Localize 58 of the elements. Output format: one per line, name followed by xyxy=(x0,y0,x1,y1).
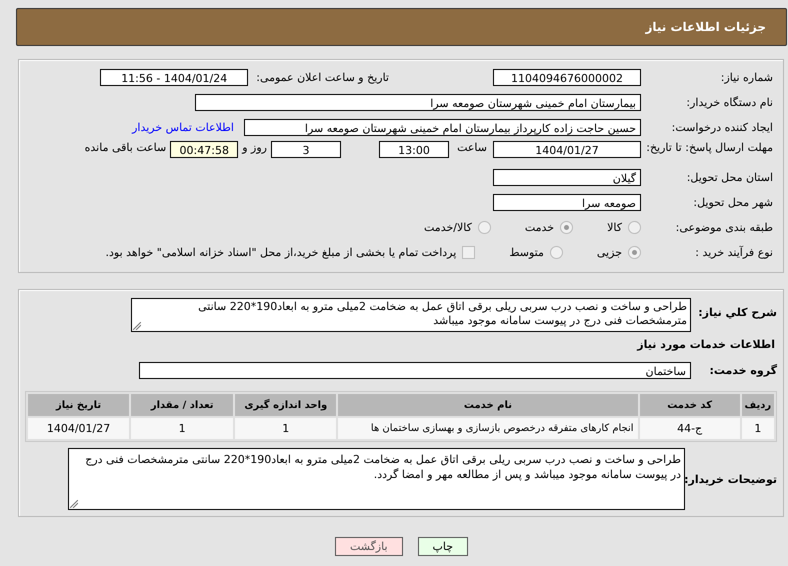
field-label: ایجاد کننده درخواست: xyxy=(670,120,774,134)
remaining-time-field: 00:47:58 xyxy=(170,141,238,158)
field-label: نام دستگاه خریدار: xyxy=(685,96,774,108)
field-label: گروه خدمت: xyxy=(708,364,777,376)
city-field: صومعه سرا xyxy=(493,194,641,210)
radio-button[interactable] xyxy=(628,220,641,234)
resize-grip-icon[interactable] xyxy=(70,500,78,508)
table-cell: 1404/01/27 xyxy=(28,418,130,439)
radio-button[interactable] xyxy=(478,220,491,234)
table-cell: انجام کارهای متفرقه درخصوص بازسازی و بهسازی ساختمان ها xyxy=(338,418,638,439)
buyer-notes-textarea: طراحی و ساخت و نصب درب سربی ریلی برقی اتاق عمل به ضخامت 2میلی مترو به ابعاد190*220 سانتی مترمشخصات فنی درج در پیوست سامانه موجود میباشد و پس از مطالعه مهر و امضا گردد. xyxy=(68,448,685,510)
radio-button[interactable] xyxy=(628,246,641,258)
back-button[interactable]: بازگشت xyxy=(334,537,403,556)
service-group-field: ساختمان xyxy=(139,362,691,378)
radio-button[interactable] xyxy=(560,220,574,234)
table-cell: 1 xyxy=(742,418,774,439)
column-header: نام خدمت xyxy=(338,394,638,416)
section-heading: اطلاعات خدمات مورد نیاز xyxy=(636,338,775,351)
field-label: طبقه بندی موضوعی: xyxy=(674,220,774,234)
field-label: تاریخ و ساعت اعلان عمومی: xyxy=(256,70,389,84)
radio-label: متوسط xyxy=(509,246,544,258)
requester-field: حسین حاجت زاده کارپرداز بیمارستان امام خمینی شهرستان صومعه سرا xyxy=(244,118,641,136)
radio-label: کالا/خدمت xyxy=(424,220,472,234)
table-cell: 1 xyxy=(131,418,234,439)
checkbox[interactable] xyxy=(462,246,476,258)
field-label: مهلت ارسال پاسخ: تا تاریخ: xyxy=(645,141,774,156)
deadline-time-field: 13:00 xyxy=(379,141,449,158)
need-number-field: 1104094676000002 xyxy=(493,68,641,86)
column-header: ردیف xyxy=(742,394,774,416)
radio-label: خدمت xyxy=(524,220,554,234)
radio-label: کالا xyxy=(607,220,622,234)
table-cell: ج-44 xyxy=(640,418,740,439)
field-label: روز و xyxy=(242,141,267,154)
field-label: نوع فرآیند خرید : xyxy=(694,246,774,258)
field-label: استان محل تحویل: xyxy=(686,170,774,184)
field-label: ساعت xyxy=(456,141,487,154)
province-field: گیلان xyxy=(493,168,641,186)
column-header: تاریخ نیاز xyxy=(28,394,130,416)
field-label: شرح کلي نياز: xyxy=(697,305,777,319)
field-label: شماره نیاز: xyxy=(720,70,774,84)
radio-button[interactable] xyxy=(550,246,563,258)
column-header: کد خدمت xyxy=(640,394,740,416)
field-label: ساعت باقی مانده xyxy=(84,141,166,154)
contact-link[interactable]: اطلاعات تماس خریدار xyxy=(132,120,234,134)
buyer-org-field: بیمارستان امام خمینی شهرستان صومعه سرا xyxy=(195,94,641,110)
checkbox-label: پرداخت تمام یا بخشی از مبلغ خرید،از محل "اسناد خزانه اسلامی" خواهد بود. xyxy=(106,246,456,258)
table-cell: 1 xyxy=(235,418,336,439)
column-header: واحد اندازه گیری xyxy=(235,394,336,416)
days-field: 3 xyxy=(271,141,341,158)
resize-grip-icon[interactable] xyxy=(133,322,141,330)
deadline-date-field: 1404/01/27 xyxy=(493,141,641,158)
column-header: تعداد / مقدار xyxy=(131,394,234,416)
radio-label: جزیی xyxy=(596,246,622,258)
summary-textarea: طراحی و ساخت و نصب درب سربی ریلی برقی اتاق عمل به ضخامت 2میلی مترو به ابعاد190*220 سانتی مترمشخصات فنی درج در پیوست سامانه موجود میباشد xyxy=(131,298,691,332)
print-button[interactable]: چاپ xyxy=(418,537,468,556)
field-label: شهر محل تحویل: xyxy=(692,196,774,208)
page-title: جزئیات اطلاعات نیاز xyxy=(645,20,766,34)
announce-date-field: 1404/01/24 - 11:56 xyxy=(100,68,248,86)
